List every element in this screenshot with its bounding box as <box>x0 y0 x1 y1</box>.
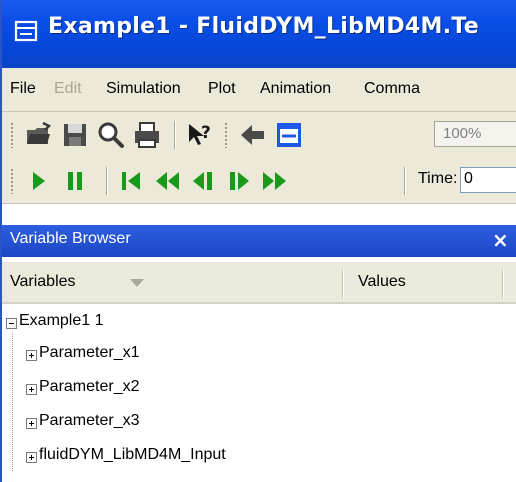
toolbar-grip-2[interactable] <box>224 122 228 148</box>
tree-label: Parameter_x1 <box>39 344 140 361</box>
toolbar-separator <box>174 121 176 149</box>
menu-animation[interactable]: Animation <box>260 80 331 98</box>
play-icon[interactable] <box>24 166 54 196</box>
menu-simulation[interactable]: Simulation <box>106 80 181 98</box>
column-header: Variables Values <box>2 262 516 304</box>
go-to-start-icon[interactable] <box>116 166 146 196</box>
menu-file[interactable]: File <box>10 80 36 98</box>
open-folder-icon[interactable] <box>24 120 54 150</box>
fast-forward-icon[interactable] <box>260 166 290 196</box>
toolbar-separator-2 <box>106 167 108 195</box>
time-label: Time: <box>418 170 458 187</box>
tree-label: Parameter_x3 <box>39 412 140 429</box>
title-bar[interactable]: Example1 - FluidDYM_LibMD4M.Te <box>2 0 516 68</box>
collapse-icon[interactable] <box>6 318 17 329</box>
variable-tree: Example1 1 Parameter_x1 Parameter_x2 Par… <box>2 304 516 482</box>
window-icon[interactable] <box>274 120 304 150</box>
back-arrow-icon[interactable] <box>238 120 268 150</box>
sort-arrow-icon[interactable] <box>130 279 144 287</box>
main-toolbar: ? 100% <box>2 112 516 158</box>
menu-commands[interactable]: Comma <box>364 80 420 98</box>
variable-browser-header[interactable]: Variable Browser × <box>2 225 516 257</box>
menu-plot[interactable]: Plot <box>208 80 236 98</box>
window-title: Example1 - FluidDYM_LibMD4M.Te <box>48 14 479 39</box>
pause-icon[interactable] <box>60 166 90 196</box>
menu-bar: File Edit Simulation Plot Animation Comm… <box>2 68 516 112</box>
time-input[interactable]: 0 <box>460 167 516 193</box>
step-back-icon[interactable] <box>188 166 218 196</box>
toolbar-grip[interactable] <box>10 122 14 148</box>
tree-label: fluidDYM_LibMD4M_Input <box>39 446 226 463</box>
zoom-level[interactable]: 100% <box>434 121 516 147</box>
column-values[interactable]: Values <box>358 273 406 291</box>
tree-label: Example1 1 <box>19 312 104 329</box>
expand-icon[interactable] <box>26 418 37 429</box>
rewind-icon[interactable] <box>152 166 182 196</box>
column-divider-2[interactable] <box>502 270 504 298</box>
column-divider[interactable] <box>342 270 344 298</box>
expand-icon[interactable] <box>26 350 37 361</box>
column-variables[interactable]: Variables <box>10 273 76 291</box>
toolbar-separator-3 <box>404 167 406 195</box>
panel-title: Variable Browser <box>10 230 131 247</box>
svg-text:?: ? <box>201 123 211 143</box>
search-icon[interactable] <box>96 120 126 150</box>
context-help-icon[interactable]: ? <box>184 120 214 150</box>
close-icon[interactable]: × <box>492 228 509 252</box>
tree-label: Parameter_x2 <box>39 378 140 395</box>
step-forward-icon[interactable] <box>224 166 254 196</box>
save-icon[interactable] <box>60 120 90 150</box>
expand-icon[interactable] <box>26 452 37 463</box>
toolbar-grip-3[interactable] <box>10 168 14 194</box>
animation-toolbar: Time: 0 <box>2 158 516 204</box>
tree-connector-line <box>12 332 13 472</box>
menu-edit[interactable]: Edit <box>54 80 82 98</box>
expand-icon[interactable] <box>26 384 37 395</box>
print-icon[interactable] <box>132 120 162 150</box>
application-window: Example1 - FluidDYM_LibMD4M.Te File Edit… <box>0 0 516 482</box>
window-icon <box>14 20 38 42</box>
